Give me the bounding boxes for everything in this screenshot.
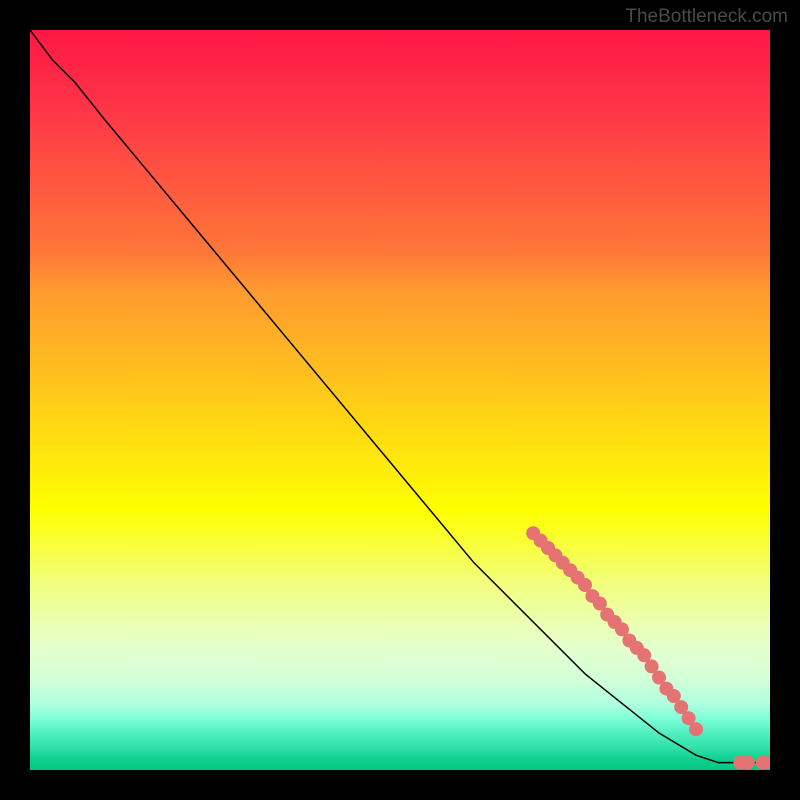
- data-marker: [689, 722, 703, 736]
- chart-svg: [30, 30, 770, 770]
- chart-area: [30, 30, 770, 770]
- chart-markers-group: [526, 526, 770, 769]
- main-curve: [30, 30, 770, 763]
- data-marker: [741, 756, 755, 770]
- watermark-text: TheBottleneck.com: [625, 6, 788, 28]
- chart-line-group: [30, 30, 770, 763]
